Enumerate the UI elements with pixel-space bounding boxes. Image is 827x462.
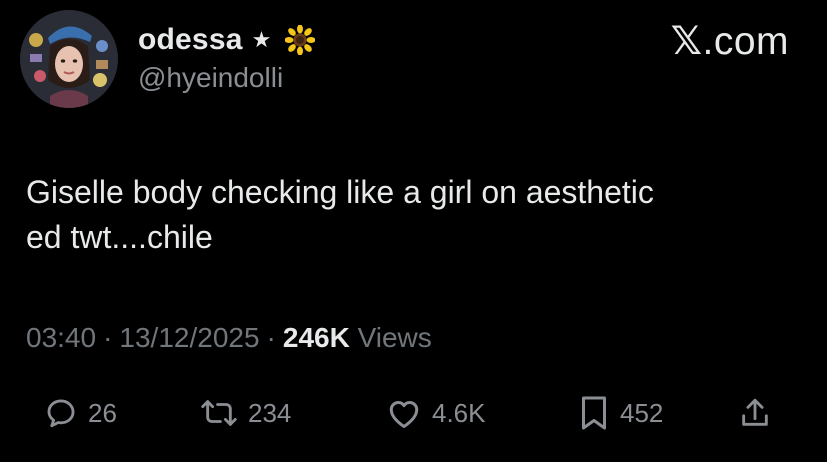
reply-icon — [44, 396, 78, 430]
user-info: odessa ★ @hyeindolli — [138, 20, 316, 94]
meta-separator: · — [266, 322, 276, 353]
bookmark-count: 452 — [620, 397, 664, 428]
display-name[interactable]: odessa — [138, 23, 243, 57]
views-count: 246K — [282, 322, 350, 353]
bookmark-button[interactable]: 452 — [578, 388, 663, 438]
reply-button[interactable]: 26 — [44, 388, 117, 438]
reply-count: 26 — [88, 397, 117, 428]
tweet-text: Giselle body checking like a girl on aes… — [26, 170, 806, 260]
share-icon — [738, 396, 772, 430]
meta-separator: · — [103, 322, 113, 353]
star-badge: ★ — [251, 27, 272, 52]
bookmark-icon — [578, 395, 610, 431]
tweet-card: odessa ★ @hyeindolli 𝕏.com Giselle body … — [0, 0, 827, 462]
tweet-date[interactable]: 13/12/2025 — [119, 322, 259, 353]
heart-icon — [386, 396, 422, 430]
user-handle[interactable]: @hyeindolli — [138, 62, 315, 94]
avatar-image — [20, 10, 118, 108]
brand-suffix: .com — [702, 20, 789, 63]
action-bar: 26 234 4.6K 452 — [0, 388, 827, 438]
repost-count: 234 — [248, 397, 292, 428]
like-button[interactable]: 4.6K — [386, 388, 486, 438]
repost-button[interactable]: 234 — [200, 388, 291, 438]
like-count: 4.6K — [432, 397, 486, 428]
share-button[interactable] — [738, 388, 772, 438]
tweet-meta: 03:40 · 13/12/2025 · 246K Views — [26, 322, 432, 354]
sunflower-icon — [284, 24, 316, 56]
x-logo-icon: 𝕏 — [670, 20, 703, 63]
views-label: Views — [357, 322, 432, 353]
tweet-text-line: Giselle body checking like a girl on aes… — [26, 174, 654, 210]
avatar[interactable] — [20, 10, 118, 108]
brand-logo: 𝕏.com — [671, 19, 789, 64]
tweet-text-line: ed twt....chile — [26, 219, 213, 255]
name-row: odessa ★ — [138, 20, 316, 60]
repost-icon — [200, 396, 238, 430]
tweet-time[interactable]: 03:40 — [26, 322, 96, 353]
